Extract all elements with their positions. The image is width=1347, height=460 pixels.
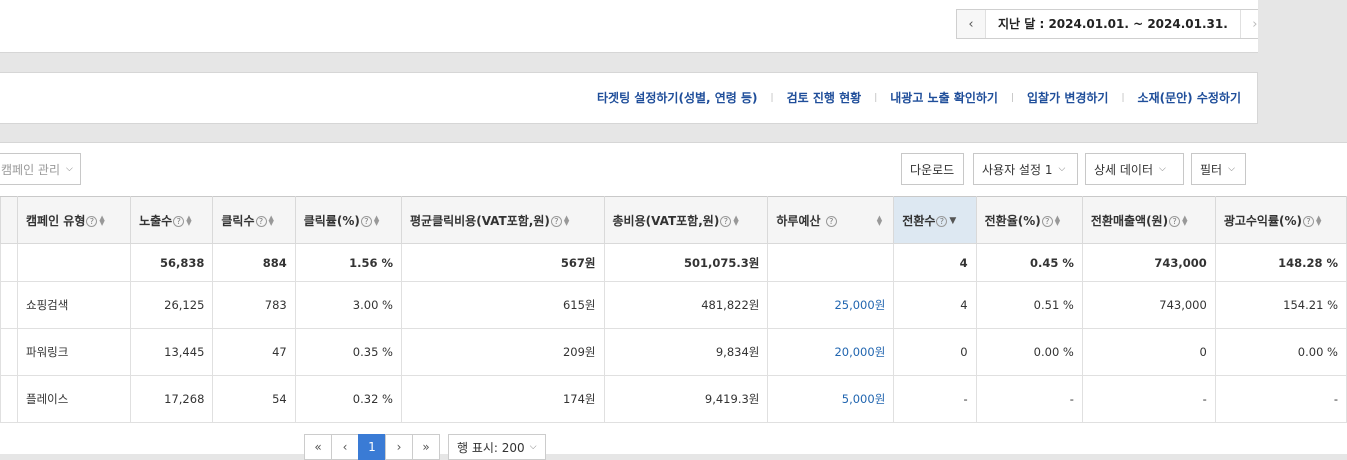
campaign-manage-label: 캠페인 관리 [1,162,61,177]
last-page-button[interactable]: » [412,434,440,460]
link-review-status[interactable]: 검토 진행 현황 [787,89,862,106]
help-icon: ? [255,215,267,227]
header-checkbox-cell [0,196,18,244]
header-daily-budget[interactable]: 하루예산 ? ▲ ▼ [767,196,895,244]
sort-icon: ▲ ▼ [268,214,274,227]
header-ctr[interactable]: 클릭률(%)? ▲ ▼ [294,196,402,244]
header-conversion-rate[interactable]: 전환율(%)? ▲ ▼ [975,196,1083,244]
daily-budget-link[interactable]: 20,000원 [767,328,895,376]
link-creative-edit[interactable]: 소재(문안) 수정하기 [1138,89,1241,106]
chevron-down-icon: ⌵ [1058,164,1066,174]
chevron-down-icon: ⌵ [66,164,73,174]
help-icon: ? [1041,215,1053,227]
next-page-button[interactable]: › [385,434,413,460]
background-strip [1258,0,1347,142]
link-separator: | [1121,92,1125,103]
header-roas[interactable]: 광고수익률(%)? ▲ ▼ [1214,196,1347,244]
chevron-down-icon: ⌵ [1159,164,1166,174]
header-conversions[interactable]: 전환수? ▼ [893,196,977,244]
link-targeting[interactable]: 타겟팅 설정하기(성별, 연령 등) [597,89,758,106]
link-separator: | [770,92,774,103]
pagination: « ‹ 1 › » [304,434,440,460]
sort-icon: ▲ ▼ [99,214,105,227]
detail-data-label: 상세 데이터 [1094,162,1154,177]
sort-desc-icon: ▼ [949,216,957,226]
link-separator: | [1010,92,1015,103]
help-icon: ? [550,215,562,227]
detail-data-dropdown[interactable]: 상세 데이터 ⌵ [1085,153,1184,185]
sort-icon: ▲ ▼ [1182,214,1188,227]
sort-icon: ▲ ▼ [1316,214,1322,227]
campaign-manage-dropdown[interactable]: 캠페인 관리 ⌵ [0,153,81,185]
campaign-stats-table: 캠페인 유형? ▲ ▼ 노출수? ▲ ▼ 클릭수? ▲ ▼ 클릭률(%)? ▲ ▼ 평균클릭비용… [0,196,1347,423]
link-separator: | [874,92,878,103]
chevron-down-icon: ⌵ [529,442,537,452]
chevron-right-icon: › [1252,16,1258,32]
daily-budget-link[interactable]: 25,000원 [767,281,895,329]
table-total-row: 56,838 884 1.56 % 567원 501,075.3원 4 0.45… [0,243,1347,282]
help-icon: ? [825,215,837,227]
rows-per-page-select[interactable]: 행 표시: 200 ⌵ [448,434,546,460]
help-icon: ? [1303,215,1315,227]
header-conversion-revenue[interactable]: 전환매출액(원)? ▲ ▼ [1081,196,1216,244]
table-row: 플레이스 17,268 54 0.32 % 174원 9,419.3원 5,00… [0,375,1347,423]
prev-page-button[interactable]: ‹ [331,434,359,460]
header-avg-cpc[interactable]: 평균클릭비용(VAT포함,원)? ▲ ▼ [400,196,605,244]
quick-links-bar: 타겟팅 설정하기(성별, 연령 등) | 검토 진행 현황 | 내광고 노출 확… [0,72,1258,124]
date-range-nav: ‹ 지난 달 : 2024.01.01. ~ 2024.01.31. › [956,9,1270,39]
sort-icon: ▲ ▼ [733,214,739,227]
daily-budget-link[interactable]: 5,000원 [767,375,895,423]
filter-label: 필터 [1200,162,1223,177]
header-campaign-type[interactable]: 캠페인 유형? ▲ ▼ [16,196,132,244]
chevron-left-icon: ‹ [968,16,974,32]
help-icon: ? [86,215,98,227]
filter-dropdown[interactable]: 필터 ⌵ [1191,153,1246,185]
header-total-cost[interactable]: 총비용(VAT포함,원)? ▲ ▼ [603,196,769,244]
header-impressions[interactable]: 노출수? ▲ ▼ [130,196,214,244]
download-label: 다운로드 [910,162,955,177]
sort-icon: ▲ ▼ [563,214,570,227]
prev-period-button[interactable]: ‹ [957,10,985,38]
link-ad-exposure[interactable]: 내광고 노출 확인하기 [890,89,998,106]
first-page-button[interactable]: « [304,434,332,460]
user-setting-label: 사용자 설정 1 [982,162,1053,177]
download-button[interactable]: 다운로드 [901,153,964,185]
help-icon: ? [936,215,948,227]
sort-icon: ▲ ▼ [373,214,380,227]
table-row: 쇼핑검색 26,125 783 3.00 % 615원 481,822원 25,… [0,281,1347,329]
header-clicks[interactable]: 클릭수? ▲ ▼ [212,196,296,244]
table-header-row: 캠페인 유형? ▲ ▼ 노출수? ▲ ▼ 클릭수? ▲ ▼ 클릭률(%)? ▲ ▼ 평균클릭비용… [0,196,1347,244]
current-page-button[interactable]: 1 [358,434,386,460]
help-icon: ? [1169,215,1181,227]
table-row: 파워링크 13,445 47 0.35 % 209원 9,834원 20,000… [0,328,1347,376]
chevron-down-icon: ⌵ [1228,164,1235,174]
date-header: ‹ 지난 달 : 2024.01.01. ~ 2024.01.31. › [0,0,1277,53]
help-icon: ? [360,215,372,227]
date-range-label[interactable]: 지난 달 : 2024.01.01. ~ 2024.01.31. [985,10,1241,38]
quick-links: 타겟팅 설정하기(성별, 연령 등) | 검토 진행 현황 | 내광고 노출 확… [597,89,1241,106]
sort-icon: ▲ ▼ [876,214,883,227]
link-bid-change[interactable]: 입찰가 변경하기 [1027,89,1108,106]
rows-per-page-label: 행 표시: 200 [457,440,525,455]
sort-icon: ▲ ▼ [1054,214,1061,227]
user-setting-dropdown[interactable]: 사용자 설정 1 ⌵ [973,153,1078,185]
help-icon: ? [720,215,732,227]
sort-icon: ▲ ▼ [186,214,192,227]
help-icon: ? [173,215,185,227]
